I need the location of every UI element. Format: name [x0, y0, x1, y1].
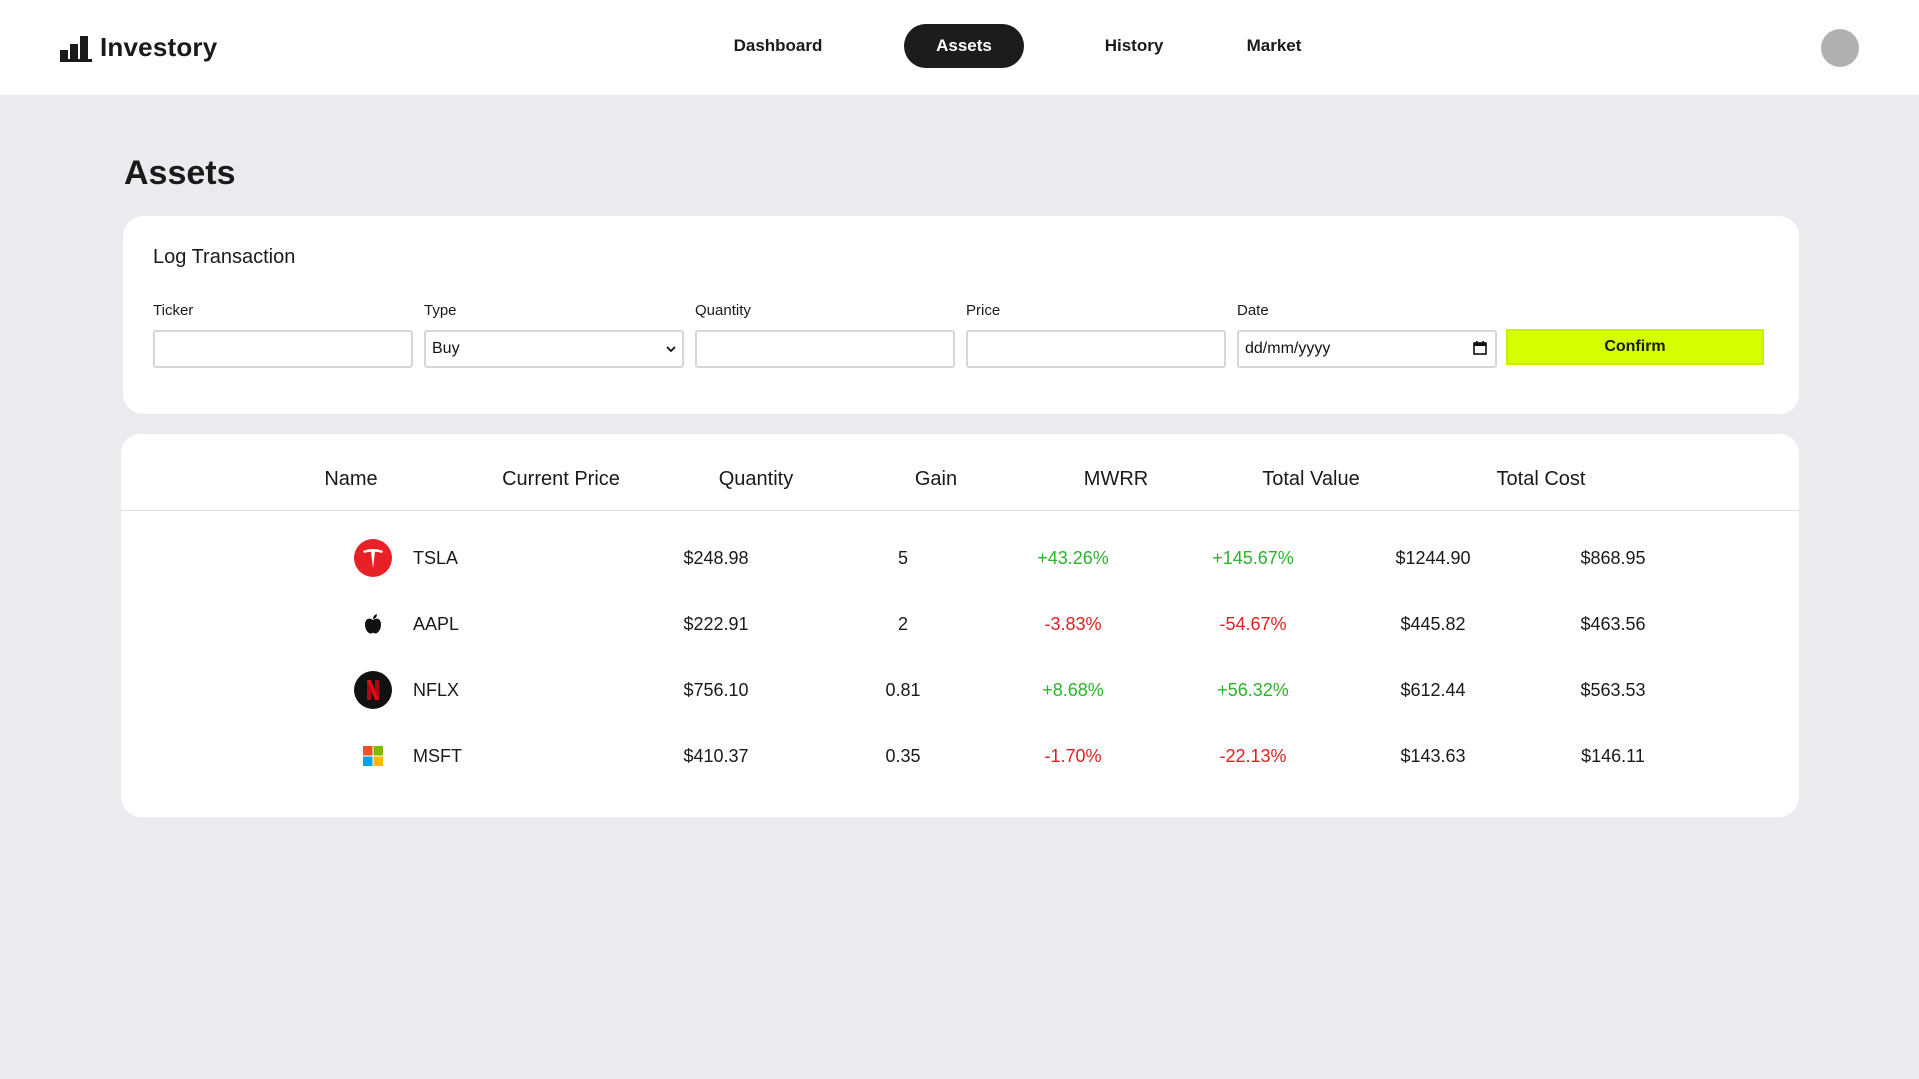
type-label: Type [424, 302, 457, 319]
gain-cell: +43.26% [1037, 548, 1109, 568]
column-header-total-cost: Total Cost [1496, 468, 1586, 490]
mwrr-cell: -54.67% [1219, 614, 1287, 634]
column-header-total-value: Total Value [1262, 468, 1360, 490]
tesla-logo-icon [354, 539, 392, 577]
apple-logo-icon [365, 614, 381, 634]
total-cost-cell: $868.95 [1580, 548, 1646, 568]
chevron-down-icon [666, 346, 676, 353]
quantity-cell: 0.81 [885, 680, 921, 700]
column-header-mwrr: MWRR [1083, 468, 1149, 490]
top-navigation-bar: Investory Dashboard Assets History Marke… [0, 0, 1919, 95]
confirm-button[interactable]: Confirm [1506, 329, 1764, 365]
table-row[interactable]: TSLA $248.98 5 +43.26% +145.67% $1244.90… [121, 533, 1799, 583]
nav-assets[interactable]: Assets [904, 24, 1024, 68]
page-title: Assets [124, 154, 236, 192]
quantity-input[interactable] [695, 330, 955, 368]
table-row[interactable]: NFLX $756.10 0.81 +8.68% +56.32% $612.44… [121, 665, 1799, 715]
column-header-name: Name [324, 468, 378, 490]
total-value-cell: $445.82 [1400, 614, 1466, 634]
log-transaction-card: Log Transaction Ticker Type Buy Quantity… [123, 216, 1799, 414]
log-transaction-title: Log Transaction [153, 246, 296, 268]
column-header-gain: Gain [914, 468, 958, 490]
column-header-quantity: Quantity [718, 468, 794, 490]
date-label: Date [1237, 302, 1269, 319]
gain-cell: +8.68% [1042, 680, 1104, 700]
ticker-label: MSFT [413, 746, 462, 766]
type-select[interactable]: Buy [424, 330, 684, 368]
table-row[interactable]: AAPL $222.91 2 -3.83% -54.67% $445.82 $4… [121, 599, 1799, 649]
quantity-cell: 5 [897, 548, 908, 568]
quantity-label: Quantity [695, 302, 751, 319]
total-value-cell: $1244.90 [1395, 548, 1471, 568]
total-value-cell: $612.44 [1400, 680, 1466, 700]
ticker-label: TSLA [413, 548, 459, 568]
mwrr-cell: +56.32% [1217, 680, 1289, 700]
date-input[interactable]: dd/mm/yyyy [1237, 330, 1497, 368]
price-label: Price [966, 302, 1001, 319]
ticker-label: AAPL [413, 614, 460, 634]
current-price-cell: $410.37 [683, 746, 749, 766]
gain-cell: -1.70% [1044, 746, 1102, 766]
total-cost-cell: $146.11 [1581, 746, 1645, 766]
calendar-icon[interactable] [1473, 341, 1487, 355]
avatar[interactable] [1821, 29, 1859, 67]
total-cost-cell: $563.53 [1580, 680, 1646, 700]
type-select-value: Buy [432, 340, 460, 357]
quantity-cell: 2 [897, 614, 908, 634]
netflix-logo-icon [354, 671, 392, 709]
header-divider [121, 510, 1799, 511]
current-price-cell: $222.91 [683, 614, 749, 634]
table-row[interactable]: MSFT $410.37 0.35 -1.70% -22.13% $143.63… [121, 731, 1799, 781]
current-price-cell: $248.98 [683, 548, 749, 568]
price-input[interactable] [966, 330, 1226, 368]
date-input-placeholder: dd/mm/yyyy [1245, 340, 1331, 357]
nav-market[interactable]: Market [1234, 24, 1314, 68]
mwrr-cell: -22.13% [1219, 746, 1287, 766]
current-price-cell: $756.10 [683, 680, 749, 700]
ticker-input[interactable] [153, 330, 413, 368]
total-cost-cell: $463.56 [1580, 614, 1646, 634]
microsoft-logo-icon [363, 746, 383, 766]
nav-history[interactable]: History [1084, 24, 1184, 68]
ticker-label: NFLX [413, 680, 460, 700]
total-value-cell: $143.63 [1400, 746, 1466, 766]
assets-table-card: Name Current Price Quantity Gain MWRR To… [121, 434, 1799, 817]
nav-dashboard[interactable]: Dashboard [712, 24, 844, 68]
gain-cell: -3.83% [1044, 614, 1102, 634]
mwrr-cell: +145.67% [1212, 548, 1294, 568]
main-nav: Dashboard Assets History Market [0, 24, 1919, 68]
quantity-cell: 0.35 [885, 746, 921, 766]
column-header-current-price: Current Price [502, 468, 620, 490]
ticker-label: Ticker [153, 302, 194, 319]
